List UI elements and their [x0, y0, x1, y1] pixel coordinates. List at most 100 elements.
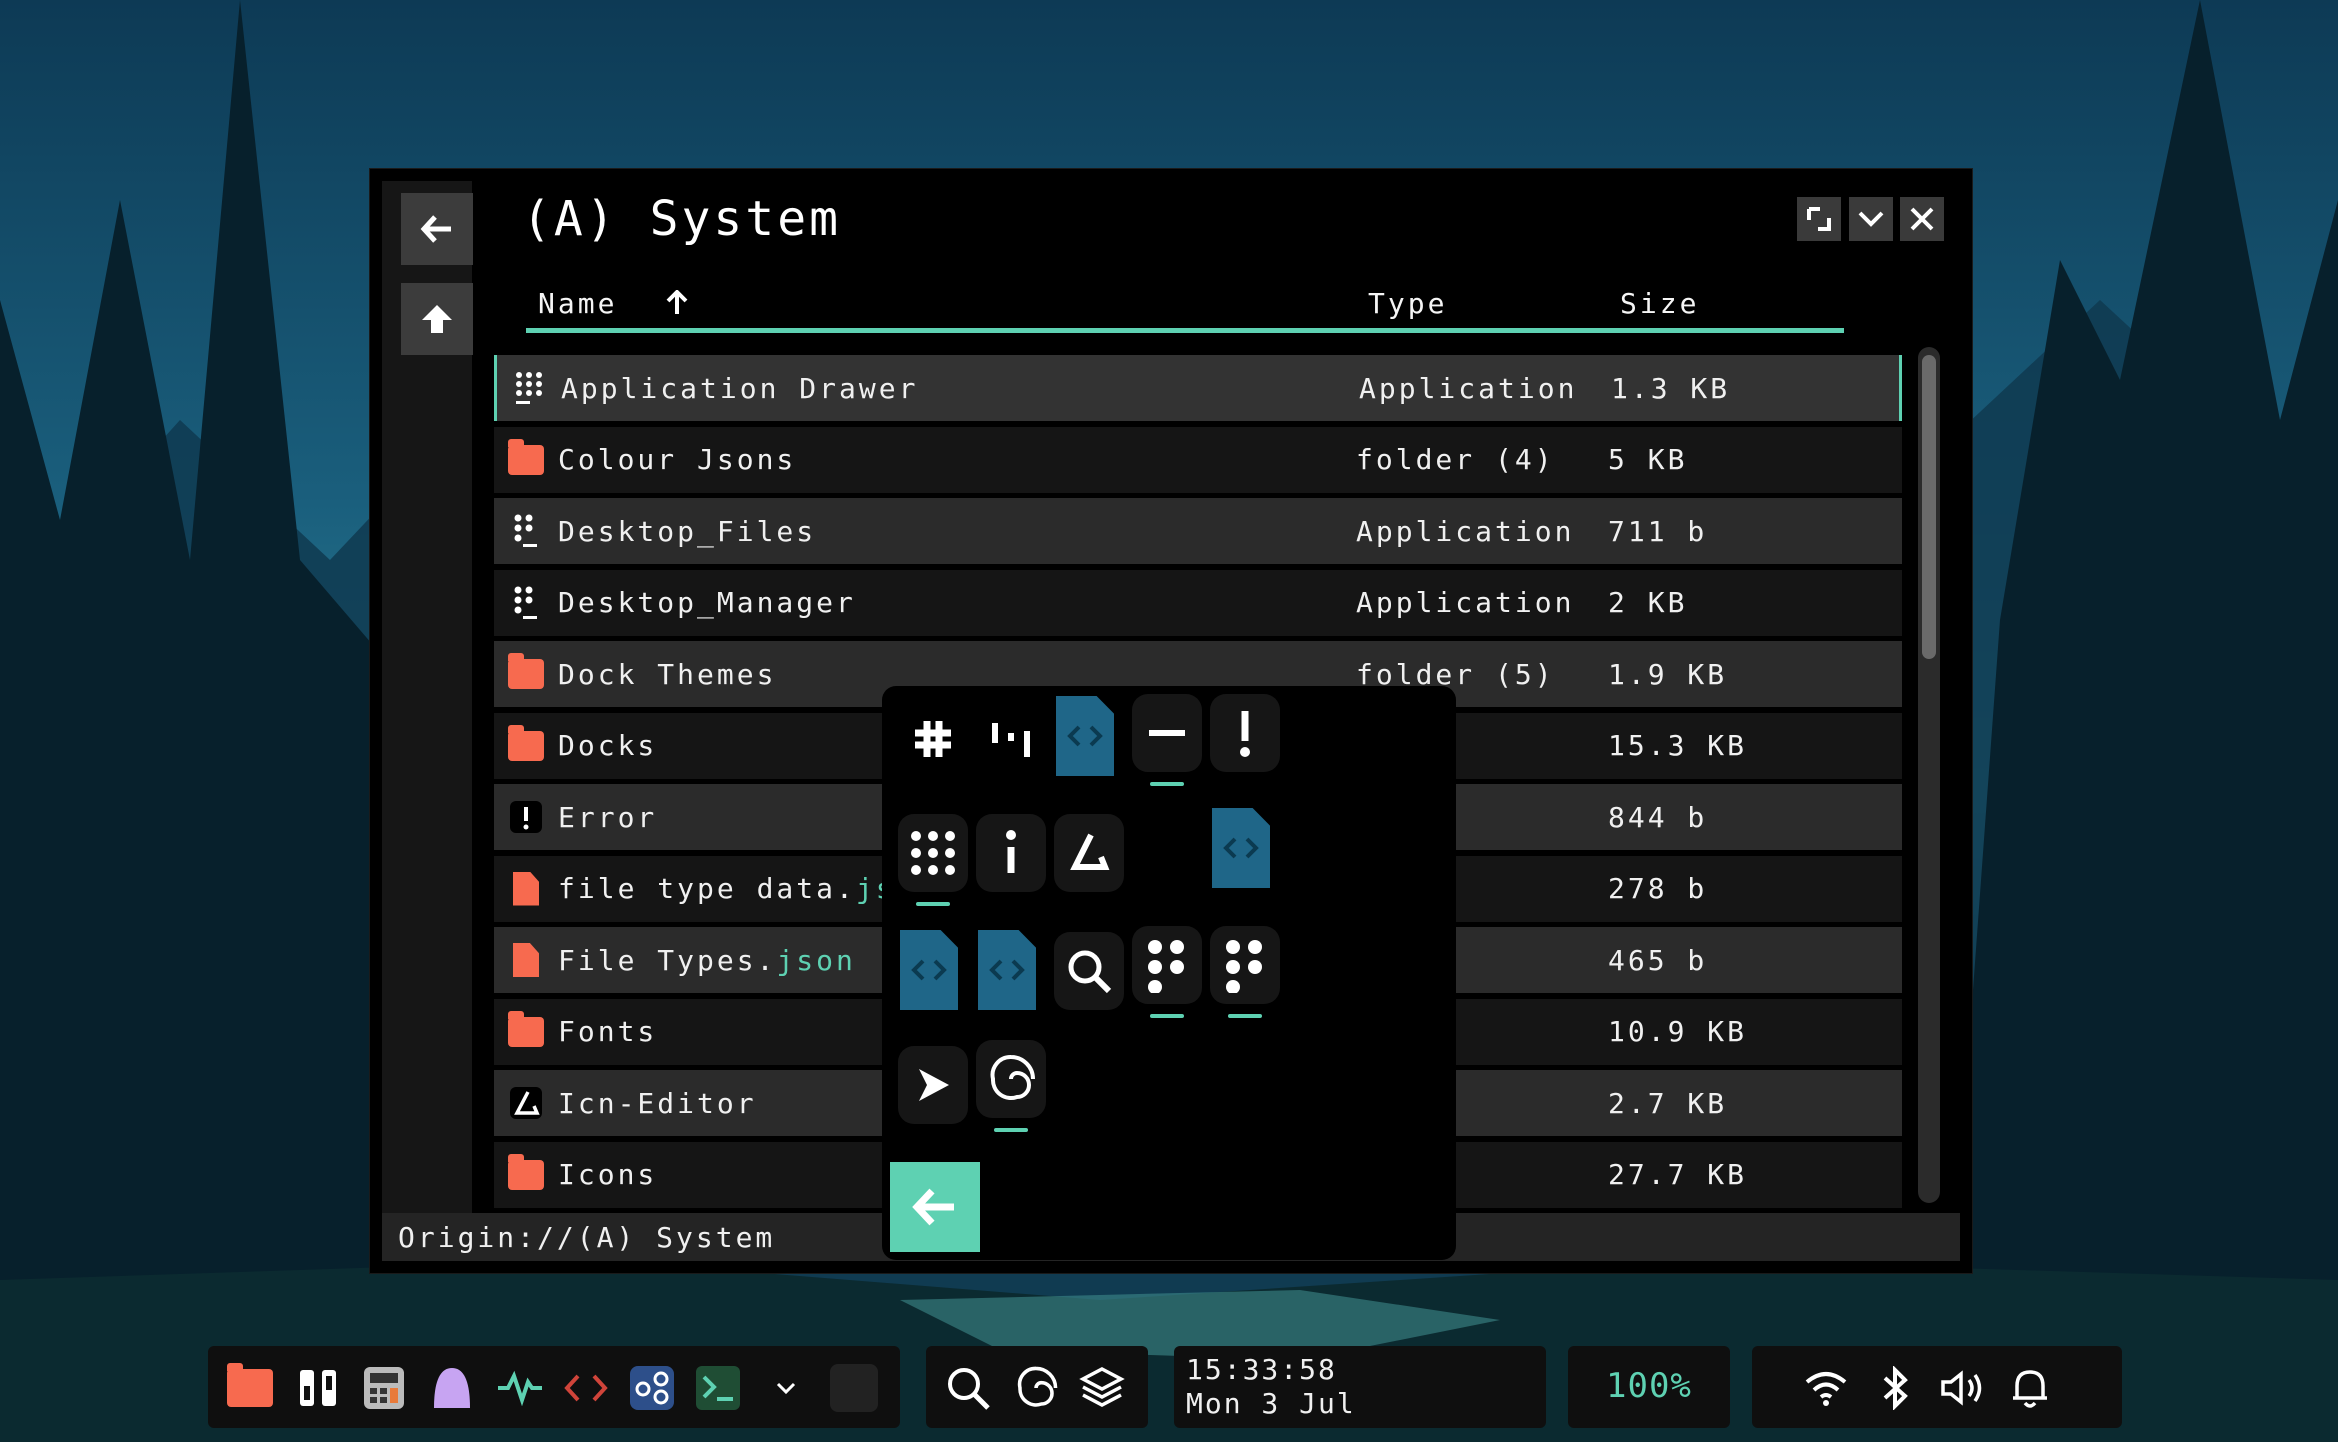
volume-icon	[1941, 1370, 1982, 1406]
file-row[interactable]: Application Drawer Application 1.3 KB	[494, 355, 1902, 421]
row-name-base: Dock Themes	[558, 657, 777, 691]
dock-calculator[interactable]	[360, 1364, 408, 1412]
drawer-app-code-file-4[interactable]	[972, 928, 1042, 1012]
dock-settings[interactable]	[294, 1364, 342, 1412]
drawer-app-play[interactable]	[898, 1046, 968, 1124]
drawer-app-desktop-manager[interactable]	[1210, 926, 1280, 1018]
dock-files[interactable]	[226, 1363, 274, 1412]
dock-purple-app[interactable]	[428, 1364, 476, 1412]
drawer-app-desktop-files[interactable]	[1132, 926, 1202, 1018]
battery-widget[interactable]: 100%	[1568, 1346, 1730, 1428]
arrow-left-icon	[912, 1188, 954, 1226]
clock-widget[interactable]: 15:33:58 Mon 3 Jul	[1174, 1346, 1546, 1428]
header-divider	[526, 328, 1844, 333]
up-button[interactable]	[401, 283, 473, 355]
row-size: 27.7 KB	[1608, 1158, 1748, 1191]
terminal-icon	[696, 1366, 740, 1410]
drawer-app-minimize[interactable]	[1132, 694, 1202, 786]
row-size: 844 b	[1608, 800, 1708, 834]
row-type: Application	[1359, 371, 1578, 405]
arrow-left-icon	[420, 215, 451, 243]
row-size: 5 KB	[1608, 443, 1688, 476]
row-icon	[508, 438, 544, 478]
minus-icon	[1149, 730, 1185, 736]
drawer-app-info[interactable]	[976, 814, 1046, 892]
column-header-type[interactable]: Type	[1368, 287, 1447, 320]
column-header-size[interactable]: Size	[1620, 287, 1699, 320]
row-icon	[508, 724, 544, 764]
wifi-button[interactable]	[1802, 1364, 1850, 1412]
close-button[interactable]	[1900, 197, 1944, 241]
row-type: folder (4)	[1356, 443, 1555, 476]
row-name: Desktop_Files	[558, 515, 816, 548]
code-file-icon	[1212, 808, 1270, 888]
notifications-button[interactable]	[2006, 1364, 2054, 1412]
bluetooth-button[interactable]	[1872, 1364, 1920, 1412]
file-row[interactable]: Colour Jsons folder (4) 5 KB	[494, 426, 1902, 493]
folder-icon	[508, 1010, 544, 1047]
pulse-icon	[498, 1370, 542, 1406]
drawer-app-slack[interactable]	[898, 700, 968, 778]
maximize-button[interactable]	[1797, 197, 1841, 241]
row-size: 465 b	[1608, 943, 1708, 977]
dock-terminal[interactable]	[694, 1364, 742, 1412]
dock-nodes[interactable]	[628, 1364, 676, 1412]
row-icon	[508, 799, 544, 835]
row-name: file type data.json	[558, 872, 935, 905]
row-name-base: Fonts	[558, 1015, 658, 1048]
code-icon	[564, 1374, 608, 1402]
icon-editor-icon	[1070, 833, 1110, 870]
info-icon	[1006, 830, 1016, 873]
volume-button[interactable]	[1938, 1364, 1986, 1412]
row-name-base: Colour Jsons	[558, 443, 797, 476]
file-row[interactable]: Desktop_Files Application 711 b	[494, 498, 1902, 564]
dock-expand[interactable]	[762, 1364, 810, 1412]
drawer-app-spiral[interactable]	[976, 1040, 1046, 1132]
chevron-down-icon	[1858, 211, 1884, 227]
row-name: Icn-Editor	[558, 1087, 757, 1120]
drawer-app-error[interactable]	[1210, 694, 1280, 772]
code-file-icon	[978, 930, 1036, 1010]
back-button[interactable]	[401, 193, 473, 265]
row-name: Icons	[558, 1158, 657, 1191]
dock-search[interactable]	[944, 1364, 992, 1412]
drawer-app-tiling[interactable]	[976, 700, 1046, 778]
drawer-app-code-file-3[interactable]	[894, 928, 964, 1012]
search-icon	[1068, 950, 1112, 994]
row-icon	[508, 1085, 544, 1121]
dock-spiral[interactable]	[1012, 1364, 1060, 1412]
calculator-icon	[364, 1367, 404, 1409]
row-name-base: Desktop_Files	[558, 514, 817, 548]
file-row[interactable]: Desktop_Manager Application 2 KB	[494, 569, 1902, 636]
dock-code-editor[interactable]	[562, 1364, 610, 1412]
drawer-app-app-drawer[interactable]	[898, 814, 968, 906]
row-name-base: file type data.	[558, 872, 856, 905]
layers-icon	[1079, 1367, 1125, 1407]
nodes-icon	[630, 1366, 674, 1410]
column-header-name[interactable]: Name	[538, 287, 689, 320]
clock-time: 15:33:58	[1186, 1353, 1337, 1386]
folder-icon	[227, 1363, 273, 1407]
drawer-app-code-file-1[interactable]	[1050, 694, 1120, 778]
system-tray	[1752, 1346, 2122, 1428]
row-icon	[508, 585, 544, 621]
drawer-back-button[interactable]	[890, 1162, 980, 1252]
row-name-base: File Types.	[558, 943, 777, 977]
row-name-extension: json	[776, 943, 856, 977]
row-name: Colour Jsons	[558, 443, 796, 476]
minimize-button[interactable]	[1849, 197, 1893, 241]
dock-layers[interactable]	[1078, 1364, 1126, 1412]
row-name-base: Icn-Editor	[558, 1086, 757, 1120]
dock-empty-slot[interactable]	[830, 1364, 878, 1412]
code-file-icon	[1056, 696, 1114, 776]
drawer-app-search[interactable]	[1054, 932, 1124, 1010]
error-icon	[510, 801, 542, 833]
app-dots-icon	[1148, 940, 1184, 993]
wifi-icon	[1805, 1372, 1847, 1406]
scrollbar-thumb[interactable]	[1922, 355, 1936, 659]
drawer-app-code-file-2[interactable]	[1206, 806, 1276, 890]
dock-monitor[interactable]	[496, 1364, 544, 1412]
arrow-up-icon	[422, 305, 452, 333]
row-name: Fonts	[558, 1015, 657, 1048]
drawer-app-icon-editor[interactable]	[1054, 814, 1124, 892]
